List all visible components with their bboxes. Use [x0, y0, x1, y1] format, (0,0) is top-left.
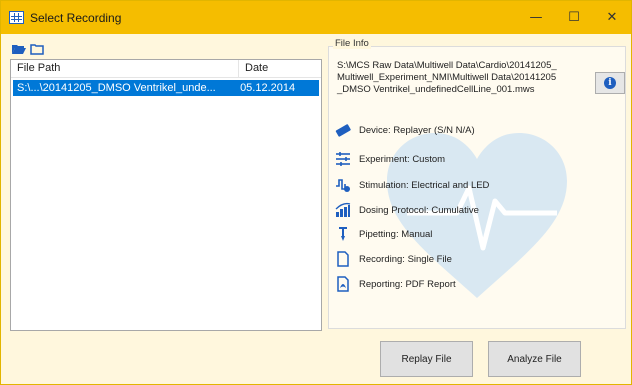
property-label: Pipetting: Manual — [359, 228, 433, 240]
property-label: Stimulation: Electrical and LED — [359, 179, 490, 191]
maximize-button[interactable]: ☐ — [555, 1, 593, 34]
file-info-group: File Info S:\MCS Raw Data\Multiwell Data… — [328, 38, 626, 329]
title-bar[interactable]: Select Recording — ☐ ✕ — [1, 1, 631, 34]
close-button[interactable]: ✕ — [593, 1, 631, 34]
stimulation-icon — [336, 179, 350, 192]
property-pipetting: Pipetting: Manual — [335, 225, 432, 243]
info-button[interactable]: i — [595, 72, 625, 94]
replay-file-button[interactable]: Replay File — [380, 341, 473, 377]
property-dosing: Dosing Protocol: Cumulative — [335, 201, 479, 219]
pdf-report-icon — [337, 276, 349, 292]
property-experiment: Experiment: Custom — [335, 150, 445, 168]
column-header-file-path[interactable]: File Path — [11, 60, 239, 77]
column-header-date[interactable]: Date — [239, 60, 319, 77]
recordings-panel: File Path Date S:\...\20141205_DMSO Vent… — [10, 39, 322, 331]
property-label: Dosing Protocol: Cumulative — [359, 204, 479, 216]
minimize-button[interactable]: — — [517, 1, 555, 34]
folder-open-icon[interactable] — [12, 42, 26, 54]
property-device: Device: Replayer (S/N N/A) — [335, 121, 475, 139]
window-title: Select Recording — [30, 10, 122, 25]
property-label: Device: Replayer (S/N N/A) — [359, 124, 475, 136]
recording-list[interactable]: File Path Date S:\...\20141205_DMSO Vent… — [10, 59, 322, 331]
file-path-text: S:\MCS Raw Data\Multiwell Data\Cardio\20… — [337, 60, 557, 95]
file-icon — [337, 251, 349, 267]
select-recording-window: Select Recording — ☐ ✕ File Path Date S:… — [0, 0, 632, 385]
property-label: Experiment: Custom — [359, 153, 446, 165]
property-recording: Recording: Single File — [335, 250, 452, 268]
dosing-icon — [335, 202, 351, 217]
toolbar — [10, 39, 322, 57]
window-controls: — ☐ ✕ — [517, 1, 631, 34]
experiment-icon — [336, 152, 350, 166]
list-header: File Path Date — [11, 60, 321, 78]
row-date: 05.12.2014 — [240, 82, 296, 94]
info-icon: i — [604, 77, 616, 89]
list-row[interactable]: S:\...\20141205_DMSO Ventrikel_unde... 0… — [13, 80, 319, 96]
property-label: Reporting: PDF Report — [359, 278, 456, 290]
folder-icon[interactable] — [30, 42, 44, 55]
device-icon — [335, 124, 351, 137]
file-info-title: File Info — [333, 38, 371, 49]
property-stimulation: Stimulation: Electrical and LED — [335, 176, 489, 194]
row-file-path: S:\...\20141205_DMSO Ventrikel_unde... — [17, 82, 216, 94]
pipette-icon — [339, 227, 347, 241]
property-label: Recording: Single File — [359, 253, 452, 265]
app-grid-icon — [9, 11, 24, 24]
property-reporting: Reporting: PDF Report — [335, 275, 456, 293]
analyze-file-button[interactable]: Analyze File — [488, 341, 581, 377]
